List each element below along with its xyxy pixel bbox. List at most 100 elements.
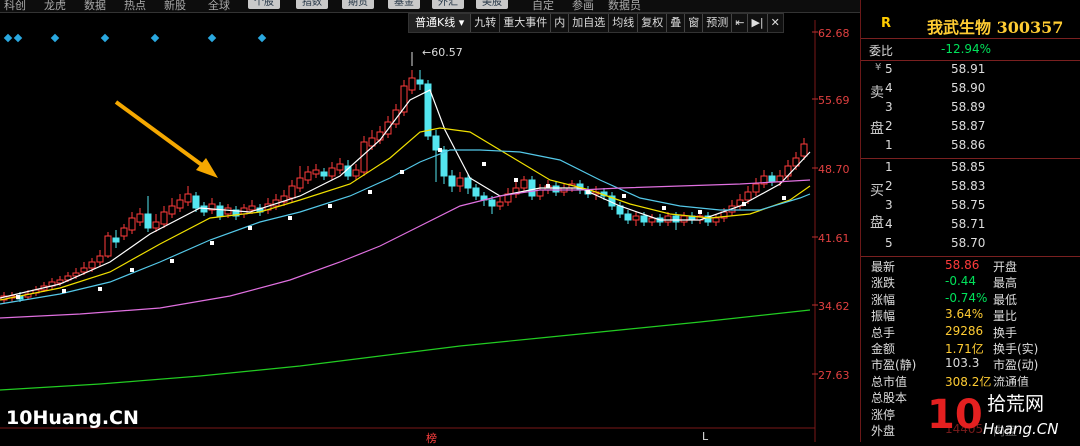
quote-row: 3 58.89	[861, 100, 1080, 118]
quote-value: 1.71亿	[945, 342, 984, 356]
toolbar-close-icon[interactable]: ✕	[768, 14, 783, 32]
marker-dot	[698, 210, 702, 214]
toolbar-restore-rights[interactable]: 复权	[638, 14, 668, 32]
quote-row: 1 58.86	[861, 138, 1080, 156]
candle-body	[496, 201, 504, 207]
signal-diamond-icon	[257, 33, 267, 43]
marker-dot	[546, 184, 550, 188]
ma60-line	[0, 179, 811, 319]
toolbar-jiuzhuan[interactable]: 九转	[471, 14, 501, 32]
nav-item-quanqiu[interactable]: 全球	[208, 0, 230, 13]
quote-label: 总市值	[871, 374, 908, 389]
weibi-label: 委比	[869, 44, 894, 58]
buy-level: 2	[885, 179, 893, 193]
marker-dot	[170, 259, 174, 263]
candle-body	[648, 217, 656, 223]
quote-row: 3 58.75	[861, 198, 1080, 216]
quote-label: 涨跌	[871, 276, 896, 291]
marker-dot	[782, 196, 786, 200]
candle-body	[88, 261, 96, 269]
candle-body	[128, 217, 136, 231]
sell-level: 5	[885, 62, 893, 76]
toolbar-add-favorite[interactable]: 加自选	[569, 14, 610, 32]
marker-dot	[622, 194, 626, 198]
quote-value: -0.74%	[945, 290, 988, 305]
nav-item-canhua[interactable]: 参画	[572, 0, 594, 13]
quote-label: 总手	[871, 325, 896, 340]
annotation-arrow-icon	[114, 100, 208, 170]
quote-row: 涨跌 -0.44 最高	[861, 274, 1080, 292]
candle-body	[136, 213, 144, 223]
ma5-line	[0, 89, 811, 299]
quote-row: 2 58.87	[861, 119, 1080, 137]
toolbar-overlay[interactable]: 叠	[667, 14, 686, 32]
nav-item-redian[interactable]: 热点	[124, 0, 146, 13]
signal-diamond-icon	[100, 33, 110, 43]
marker-dot	[210, 241, 214, 245]
toolbar-expand-icon[interactable]: ⇤	[732, 14, 749, 32]
quote-label: 最新	[871, 260, 896, 274]
toolbar-major-events[interactable]: 重大事件	[500, 14, 552, 32]
nav-btn-waihui[interactable]: 外汇	[432, 0, 464, 9]
quote-row: 5 58.70	[861, 236, 1080, 254]
nav-btn-meigu[interactable]: 美股	[476, 0, 508, 9]
marker-dot	[328, 204, 332, 208]
weibi-value: -12.94%	[941, 42, 992, 56]
divider	[861, 60, 1080, 61]
toolbar-moving-average[interactable]: 均线	[609, 14, 639, 32]
candle-body	[744, 191, 752, 201]
candle-body	[408, 77, 416, 91]
candle-body	[296, 177, 304, 189]
candle-body	[552, 185, 560, 193]
toolbar-nei[interactable]: 内	[551, 14, 570, 32]
quote-value: 58.86	[945, 258, 980, 272]
candle-body	[312, 169, 320, 175]
stock-title: 我武生物 300357	[927, 18, 1064, 37]
kline-type-select[interactable]: 普通K线 ▾	[409, 14, 472, 32]
marker-dot	[662, 206, 666, 210]
candle-body	[472, 187, 480, 197]
nav-item-kechuang[interactable]: 科创	[4, 0, 26, 13]
quote-row: 4 58.90	[861, 81, 1080, 99]
nav-item-shujuyuan[interactable]: 数据员	[608, 0, 641, 13]
candle-body	[112, 237, 120, 243]
quote-row: 5 58.91	[861, 62, 1080, 80]
marker-dot	[98, 287, 102, 291]
nav-item-shuju[interactable]: 数据	[84, 0, 106, 13]
sell-price: 58.87	[951, 119, 986, 133]
nav-item-zidingyi[interactable]: 自定	[532, 0, 554, 13]
sell-level: 3	[885, 100, 893, 114]
quote-label: 振幅	[871, 309, 896, 324]
quote-label-2: 量比	[993, 309, 1018, 324]
nav-btn-qihuo[interactable]: 期货	[342, 0, 374, 9]
bottom-marker: 榜	[426, 432, 437, 445]
nav-item-longhu[interactable]: 龙虎	[44, 0, 66, 13]
candle-body	[464, 177, 472, 189]
kline-chart[interactable]	[0, 20, 820, 442]
candle-body	[664, 215, 672, 223]
toolbar-window[interactable]: 窗	[685, 14, 704, 32]
signal-diamond-icon	[3, 33, 13, 43]
quote-label: 涨停	[871, 407, 896, 422]
candle-body	[328, 167, 336, 177]
nav-item-xingu[interactable]: 新股	[164, 0, 186, 13]
sell-level: 4	[885, 81, 893, 95]
price-axis-label: 48.70	[818, 163, 850, 176]
candle-body	[784, 165, 792, 177]
nav-btn-zhishu[interactable]: 指数	[296, 0, 328, 9]
price-axis-label: 62.68	[818, 27, 850, 40]
candle-body	[680, 215, 688, 223]
candle-body	[672, 215, 680, 223]
marker-dot	[586, 190, 590, 194]
quote-row: 市盈(静) 103.3 市盈(动)	[861, 356, 1080, 374]
nav-btn-jijin[interactable]: 基金	[388, 0, 420, 9]
nav-btn-gegu[interactable]: 个股	[248, 0, 280, 9]
marker-dot	[130, 268, 134, 272]
site-logo: 10 拾荒网 Huang.CN	[925, 386, 1080, 442]
toolbar-forecast[interactable]: 预测	[703, 14, 733, 32]
candle-body	[120, 227, 128, 237]
sell-level: 2	[885, 119, 893, 133]
toolbar-play-icon[interactable]: ▶|	[748, 14, 768, 32]
quote-label-2: 最高	[993, 276, 1018, 291]
candle-body	[752, 183, 760, 193]
